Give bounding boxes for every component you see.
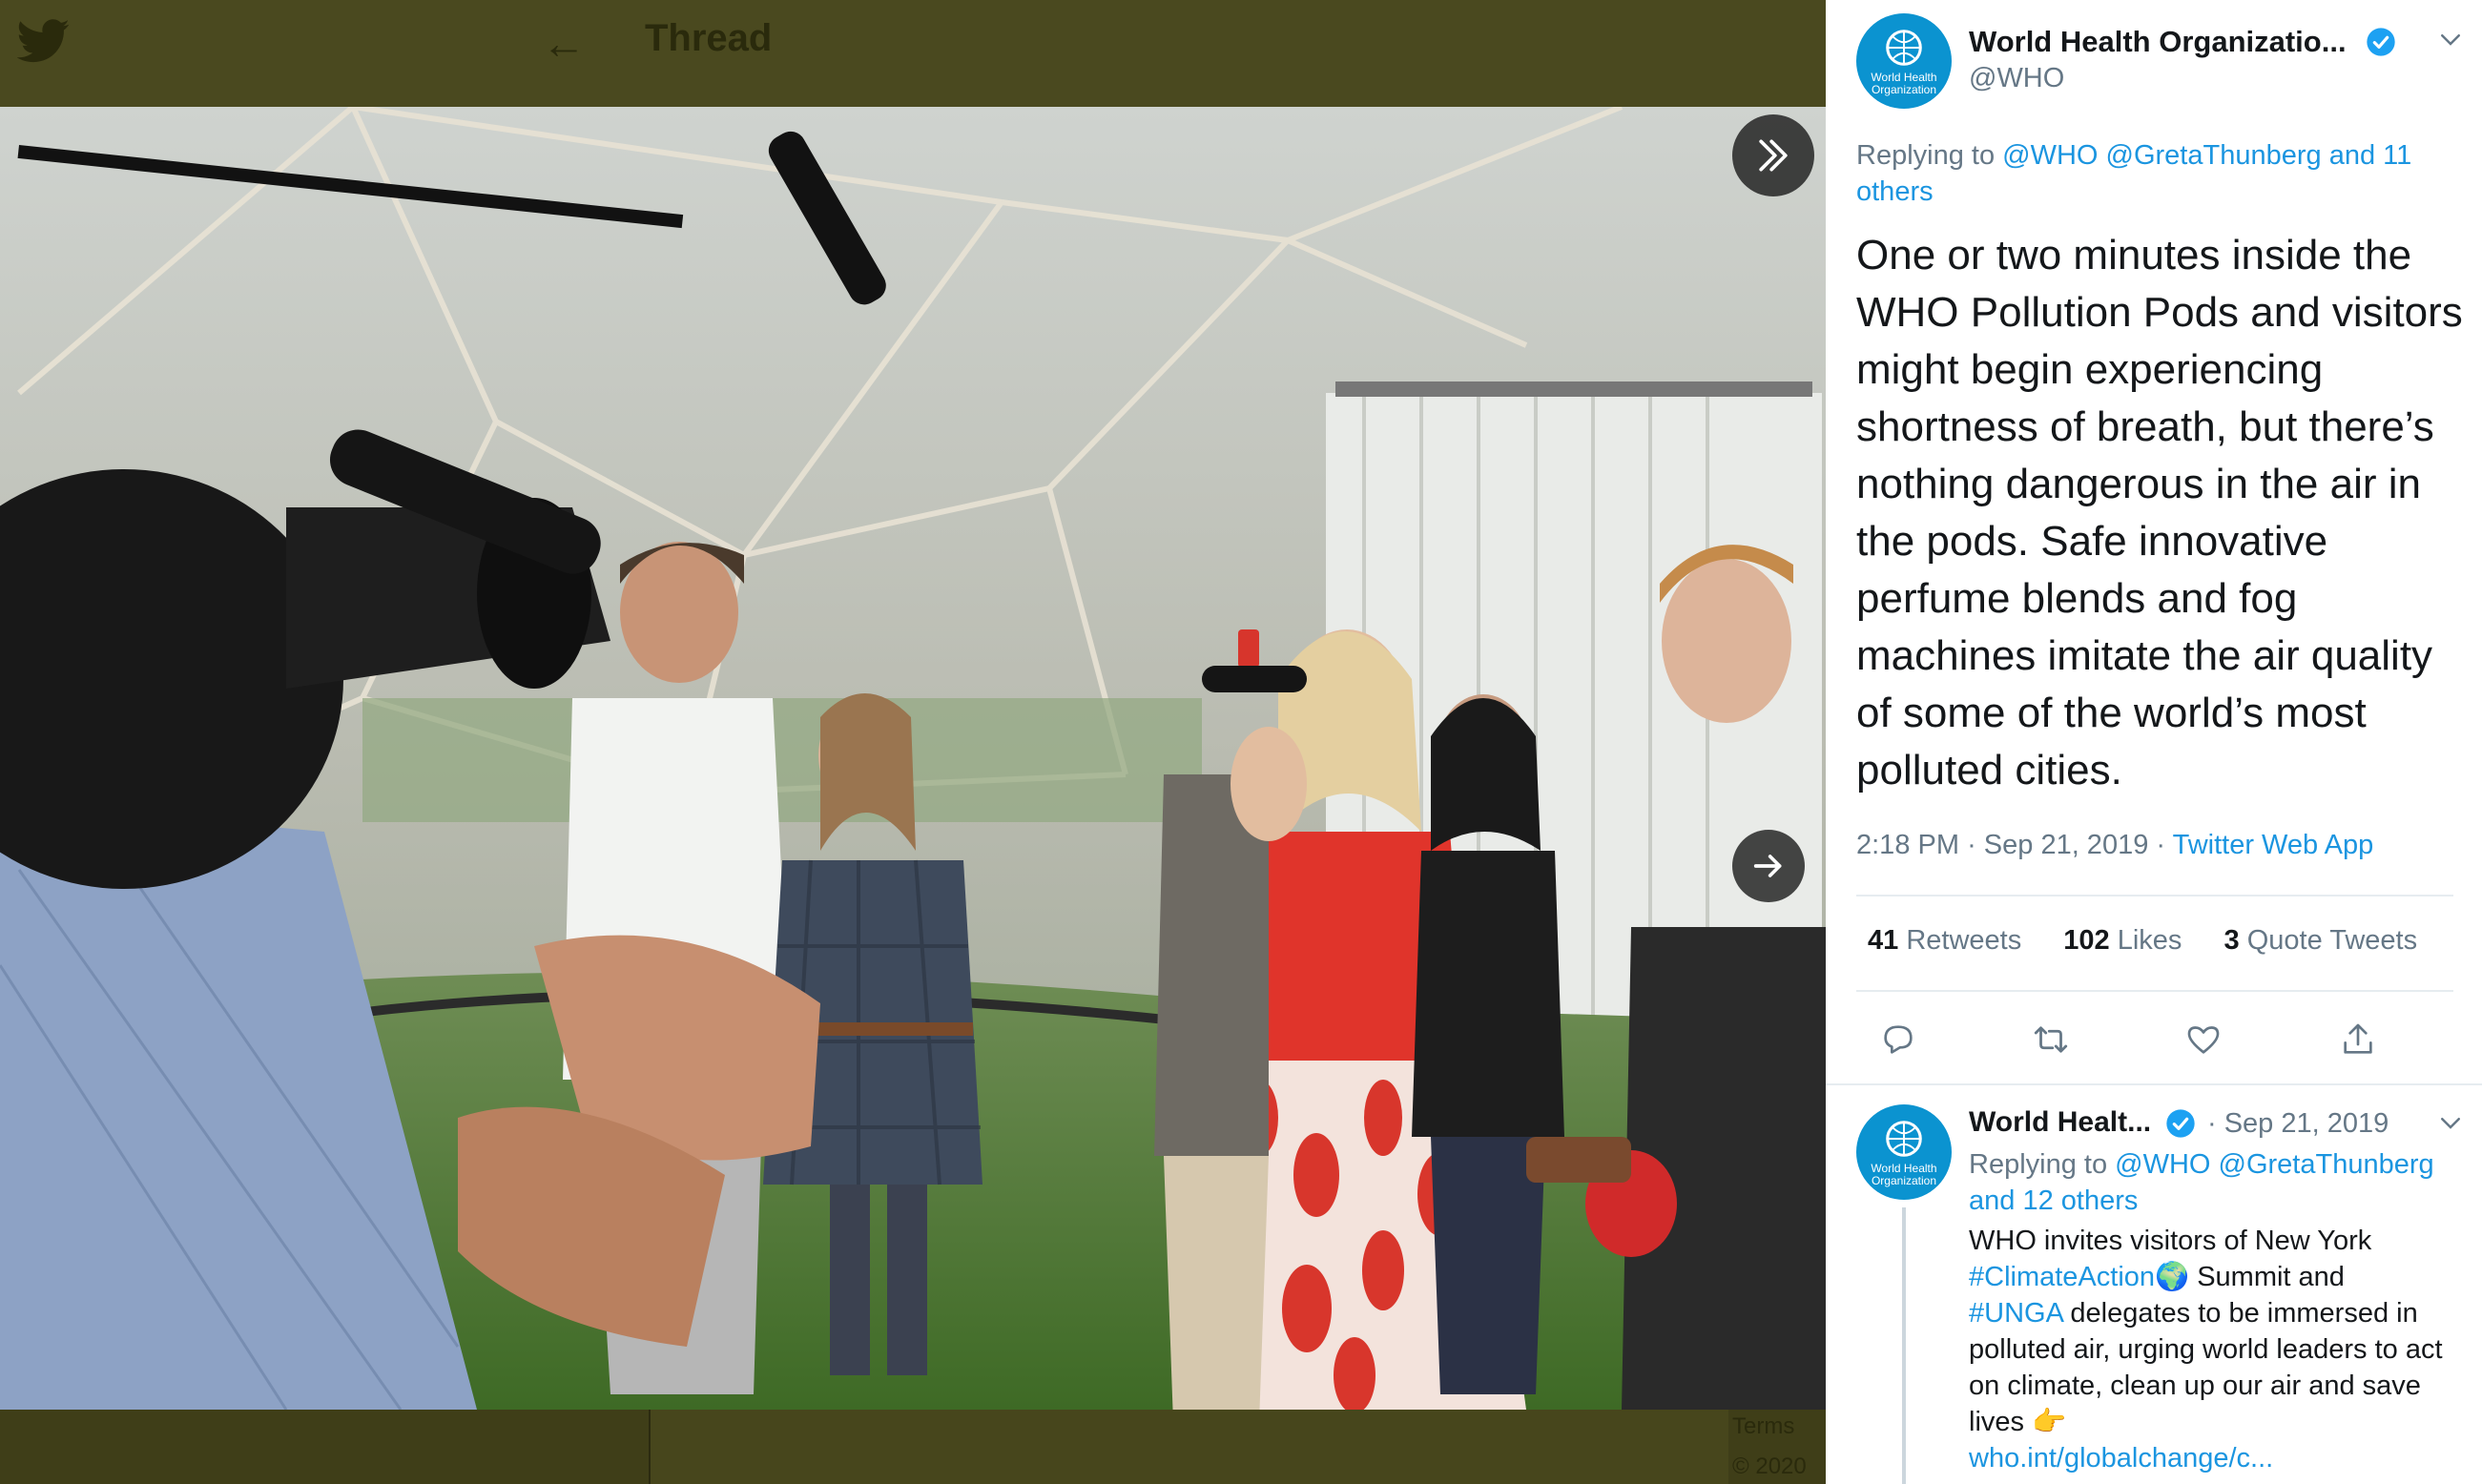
background-column	[649, 1410, 1728, 1484]
collapse-panel-button[interactable]	[1732, 114, 1814, 196]
reply-button[interactable]	[1873, 1015, 1923, 1064]
heart-icon	[2187, 1026, 2220, 1054]
divider	[1856, 990, 2453, 992]
divider	[1826, 1083, 2482, 1085]
retweet-icon	[2034, 1026, 2068, 1053]
twitter-bird-icon	[17, 19, 70, 63]
tweet-time[interactable]: 2:18 PM	[1856, 830, 1959, 860]
retweets-count: 41	[1868, 925, 1899, 956]
tweet-actions	[1856, 1015, 2453, 1064]
thread-title: Thread	[645, 17, 773, 59]
share-icon	[2344, 1023, 2372, 1054]
reply-line-1: WHO invites visitors of New York	[1969, 1226, 2372, 1256]
double-chevron-right-icon	[1759, 139, 1788, 172]
tweet-meta: 2:18 PM · Sep 21, 2019 · Twitter Web App	[1856, 830, 2373, 861]
tweet-text: One or two minutes inside the WHO Pollut…	[1856, 232, 2463, 794]
chevron-down-icon[interactable]	[2436, 25, 2465, 53]
verified-badge-icon	[2166, 1109, 2195, 1138]
author-name[interactable]: World Health Organizatio...	[1969, 25, 2347, 59]
hashtag-unga[interactable]: #UNGA	[1969, 1298, 2062, 1329]
chevron-down-icon[interactable]	[2436, 1108, 2465, 1137]
reply-line-2: Summit and	[2189, 1262, 2345, 1292]
who-emblem-icon	[1886, 1121, 1922, 1157]
pointing-hand-emoji-icon: 👉	[2032, 1407, 2067, 1437]
replying-prefix: Replying to	[1969, 1149, 2108, 1180]
retweets-stat[interactable]: 41 Retweets	[1868, 925, 2021, 956]
like-button[interactable]	[2179, 1015, 2228, 1064]
share-button[interactable]	[2333, 1015, 2383, 1064]
replying-to: Replying to @WHO @GretaThunberg and 11 o…	[1856, 137, 2448, 210]
quote-tweets-stat[interactable]: 3 Quote Tweets	[2224, 925, 2418, 956]
thread-line	[1902, 1207, 1906, 1484]
divider	[1856, 895, 2453, 897]
likes-label: Likes	[2117, 925, 2182, 956]
reply-icon	[1884, 1025, 1913, 1054]
hashtag-climate-action[interactable]: #ClimateAction	[1969, 1262, 2155, 1292]
retweet-button[interactable]	[2026, 1015, 2076, 1064]
photo-illustration	[0, 107, 1826, 1410]
who-avatar[interactable]: World Health Organization	[1856, 1104, 1952, 1200]
meta-separator: ·	[1967, 830, 1984, 860]
likes-stat[interactable]: 102 Likes	[2063, 925, 2182, 956]
meta-separator: ·	[2156, 830, 2173, 860]
back-arrow-icon[interactable]: ←	[542, 17, 586, 69]
reply-replying-to: Replying to @WHO @GretaThunberg and 12 o…	[1969, 1146, 2455, 1219]
reply-text: WHO invites visitors of New York #Climat…	[1969, 1223, 2455, 1476]
reply-author-name[interactable]: World Healt...	[1969, 1106, 2151, 1139]
copyright-year: © 2020	[1732, 1453, 1807, 1479]
retweets-label: Retweets	[1906, 925, 2022, 956]
who-avatar[interactable]: World Health Organization	[1856, 13, 1952, 109]
likes-count: 102	[2063, 925, 2110, 956]
avatar-org-label: World Health Organization	[1871, 71, 1937, 96]
terms-link[interactable]: Terms	[1732, 1413, 1794, 1440]
reply-date[interactable]: · Sep 21, 2019	[2207, 1108, 2389, 1140]
quotes-label: Quote Tweets	[2246, 925, 2418, 956]
tweet-detail-panel: World Health Organization World Health O…	[1826, 0, 2482, 1484]
background-header: ← Thread	[0, 0, 1826, 107]
tweet-source[interactable]: Twitter Web App	[2173, 830, 2374, 860]
arrow-right-icon	[1753, 855, 1782, 877]
author-handle[interactable]: @WHO	[1969, 63, 2064, 94]
reply-link[interactable]: who.int/globalchange/c...	[1969, 1443, 2273, 1474]
avatar-org-label: World Health Organization	[1871, 1162, 1937, 1187]
tweet-stats: 41 Retweets 102 Likes 3 Quote Tweets	[1868, 925, 2451, 957]
tweet-date[interactable]: Sep 21, 2019	[1984, 830, 2149, 860]
who-emblem-icon	[1886, 30, 1922, 66]
replying-prefix: Replying to	[1856, 140, 1996, 171]
verified-badge-icon	[2367, 28, 2395, 56]
globe-emoji-icon: 🌍	[2155, 1262, 2190, 1292]
quotes-count: 3	[2223, 925, 2240, 956]
tweet-photo[interactable]	[0, 107, 1826, 1410]
next-image-button[interactable]	[1732, 830, 1805, 902]
